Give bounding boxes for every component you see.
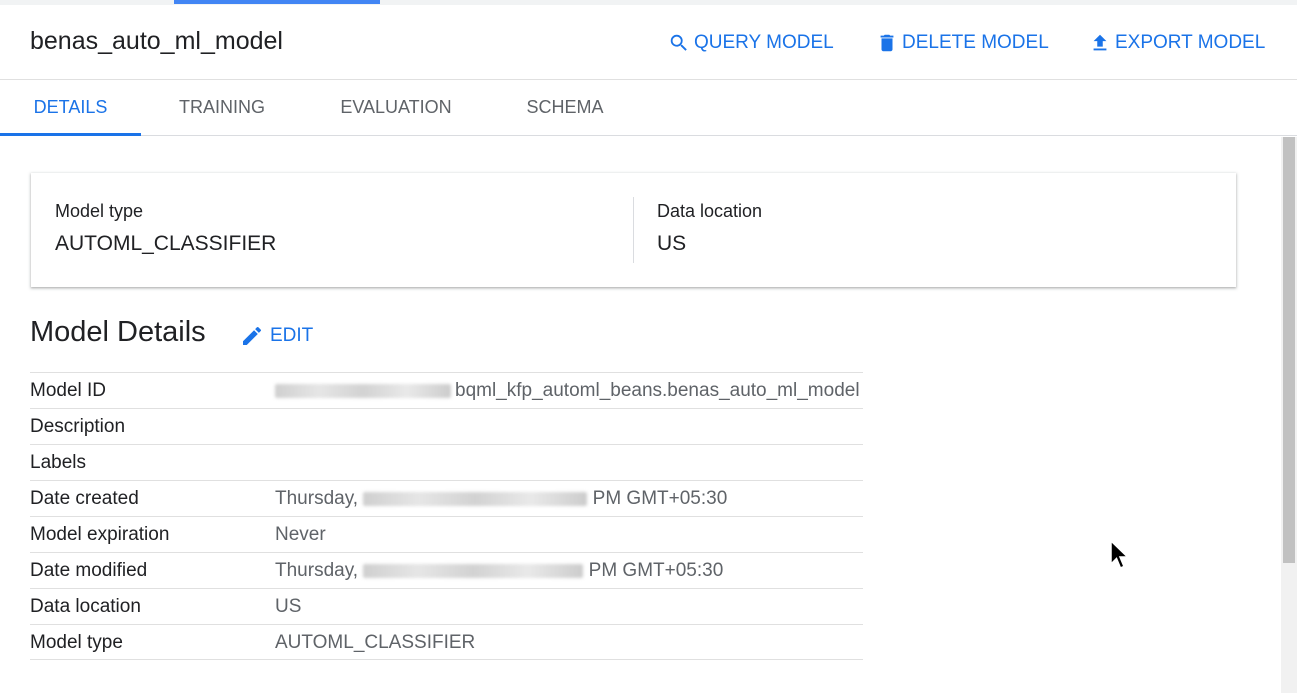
delete-model-label: DELETE MODEL [902,32,1049,53]
table-row: Data location US [30,588,863,624]
table-row: Description [30,408,863,444]
row-key: Description [30,416,126,437]
summary-model-type: Model type AUTOML_CLASSIFIER [55,201,276,256]
mouse-cursor-icon [1110,540,1130,569]
edit-label: EDIT [270,325,314,346]
delete-model-button[interactable]: DELETE MODEL [876,29,1049,57]
table-row: Model ID bqml_kfp_automl_beans.benas_aut… [30,372,863,408]
active-tab-indicator [174,0,380,4]
search-icon [670,34,687,51]
details-table: Model ID bqml_kfp_automl_beans.benas_aut… [30,372,863,660]
vertical-scrollbar[interactable] [1281,137,1297,693]
row-key: Date created [30,488,139,509]
redacted-date [363,563,584,578]
table-row: Model type AUTOML_CLASSIFIER [30,624,863,660]
export-model-button[interactable]: EXPORT MODEL [1089,29,1265,57]
row-key: Labels [30,452,86,473]
row-value: Thursday, PM GMT+05:30 [275,488,727,510]
row-key: Model ID [30,380,107,401]
summary-model-type-value: AUTOML_CLASSIFIER [55,232,277,255]
tab-details[interactable]: DETAILS [0,80,141,136]
export-model-label: EXPORT MODEL [1115,32,1266,53]
summary-model-type-label: Model type [55,201,144,221]
tab-schema[interactable]: SCHEMA [505,80,625,134]
trash-icon [880,34,894,52]
summary-data-location-value: US [657,232,687,255]
query-model-label: QUERY MODEL [694,32,834,53]
redacted-project-id [275,383,451,398]
row-value: Thursday, PM GMT+05:30 [275,560,723,582]
table-row: Date modified Thursday, PM GMT+05:30 [30,552,863,588]
row-key: Model expiration [30,524,170,545]
tab-training[interactable]: TRAINING [152,80,292,134]
date-created-suffix: PM GMT+05:30 [592,488,728,509]
model-id-text: bqml_kfp_automl_beans.benas_auto_ml_mode… [455,380,860,401]
redacted-date [363,491,588,506]
pencil-icon [243,326,262,345]
table-row: Model expiration Never [30,516,863,552]
page-title: benas_auto_ml_model [30,27,283,55]
scrollbar-thumb[interactable] [1283,137,1295,563]
row-key: Data location [30,596,141,617]
section-title: Model Details [30,316,206,348]
date-modified-prefix: Thursday, [275,560,359,581]
model-tabs: DETAILS TRAINING EVALUATION SCHEMA [0,80,1297,136]
table-row: Labels [30,444,863,480]
upload-icon [1093,34,1107,51]
query-model-button[interactable]: QUERY MODEL [668,29,834,57]
table-row: Date created Thursday, PM GMT+05:30 [30,480,863,516]
edit-button[interactable]: EDIT [240,324,313,348]
summary-data-location: Data location US [657,201,762,256]
date-modified-suffix: PM GMT+05:30 [588,560,724,581]
tab-evaluation[interactable]: EVALUATION [318,80,474,134]
row-value: AUTOML_CLASSIFIER [275,632,476,653]
row-value: Never [275,524,326,545]
row-value: US [275,596,302,617]
row-key: Date modified [30,560,148,581]
row-value: bqml_kfp_automl_beans.benas_auto_ml_mode… [275,380,860,402]
summary-data-location-label: Data location [657,201,763,221]
row-key: Model type [30,632,123,653]
date-created-prefix: Thursday, [275,488,359,509]
summary-divider [633,197,634,263]
summary-card: Model type AUTOML_CLASSIFIER Data locati… [31,173,1236,287]
model-header: benas_auto_ml_model QUERY MODEL DELETE M… [0,5,1297,80]
